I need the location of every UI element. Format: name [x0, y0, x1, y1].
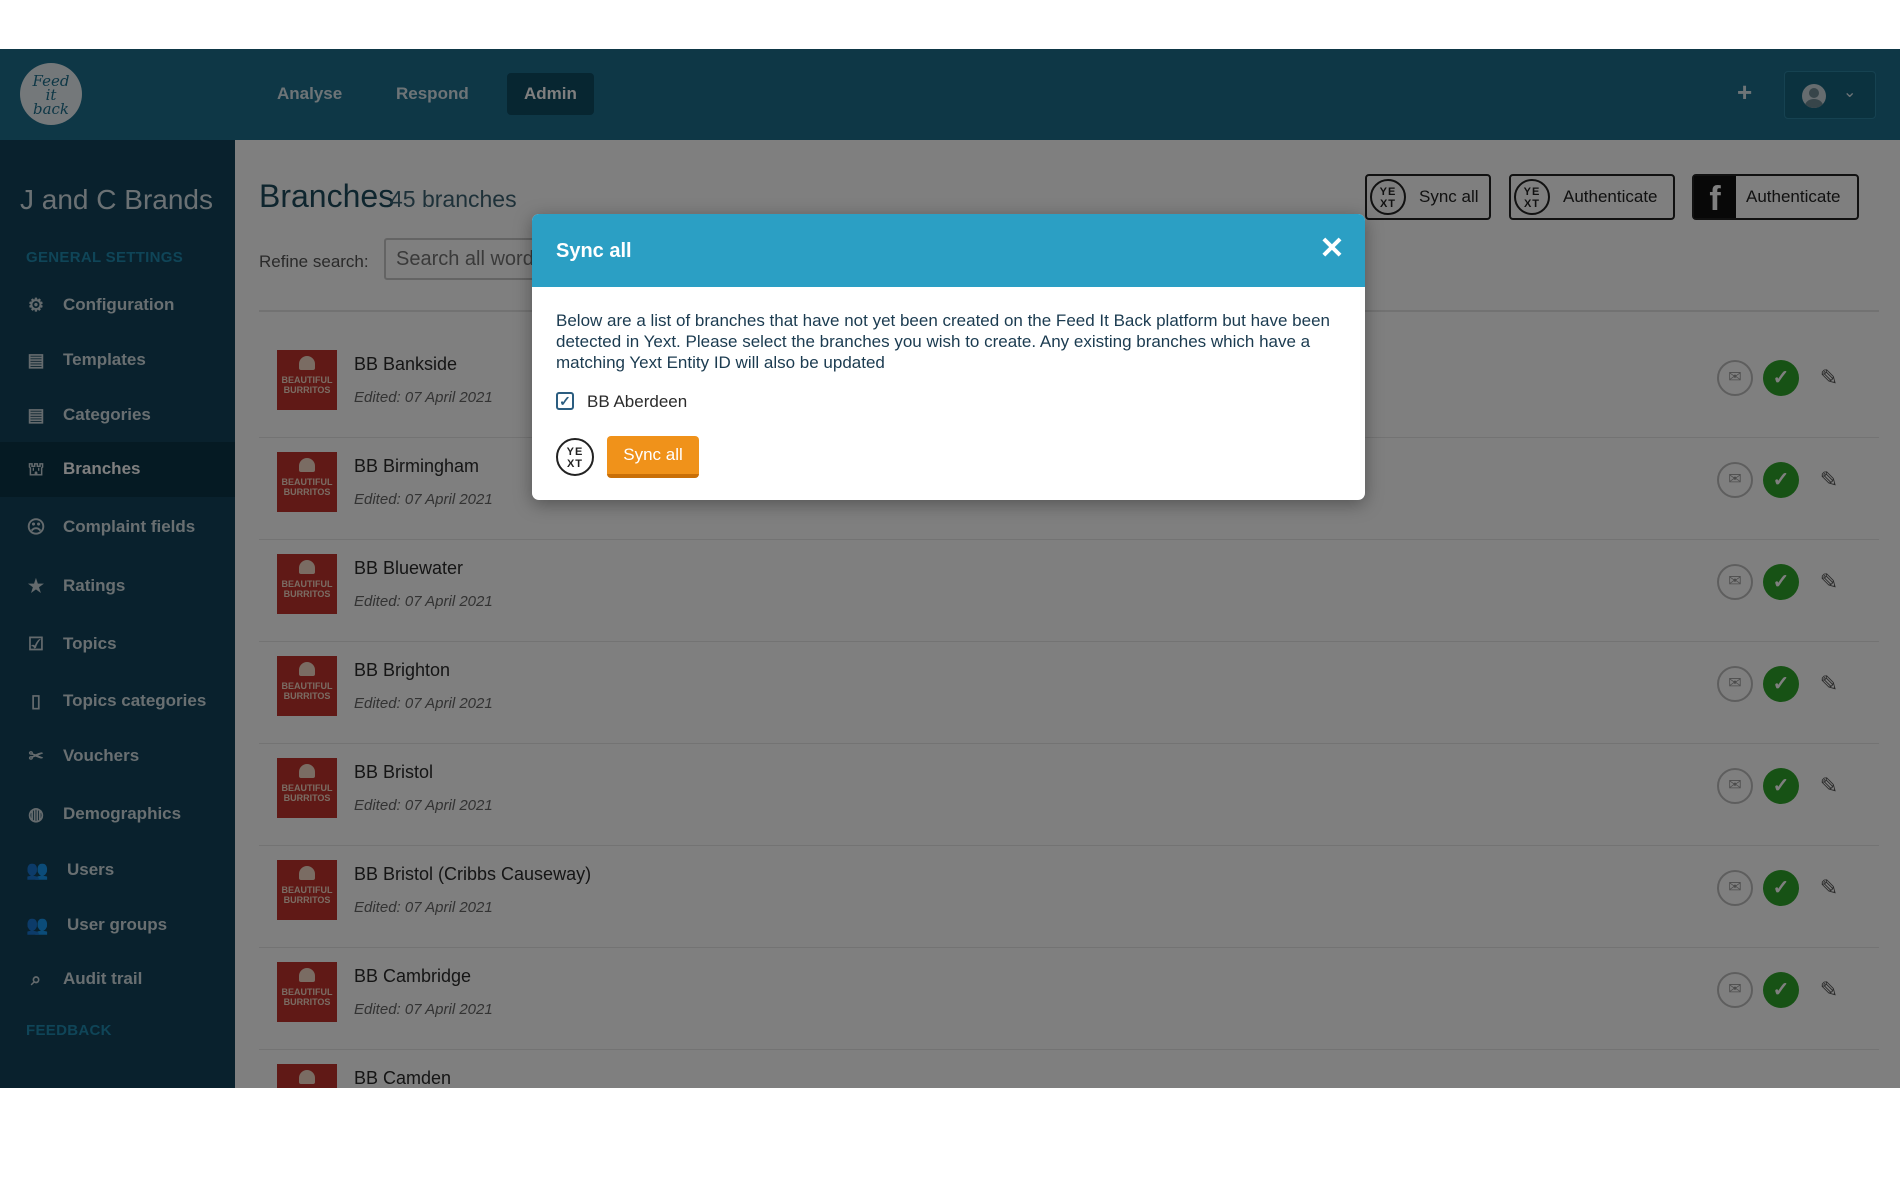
bottom-margin — [0, 1088, 1900, 1187]
app-window: Feed it back Analyse Respond Admin + ⌄ J… — [0, 49, 1900, 1088]
sync-all-modal: Sync all ✕ Below are a list of branches … — [532, 214, 1365, 500]
modal-description: Below are a list of branches that have n… — [556, 311, 1330, 372]
bb-aberdeen-checkbox[interactable]: ✓ — [556, 392, 574, 410]
close-icon[interactable]: ✕ — [1316, 232, 1348, 266]
modal-backdrop[interactable] — [0, 49, 1900, 1088]
modal-title: Sync all — [556, 240, 632, 262]
modal-header: Sync all ✕ — [532, 214, 1365, 287]
yext-icon: YE XT — [556, 438, 594, 476]
bb-aberdeen-label[interactable]: BB Aberdeen — [587, 392, 687, 412]
sync-all-button[interactable]: Sync all — [607, 436, 699, 478]
